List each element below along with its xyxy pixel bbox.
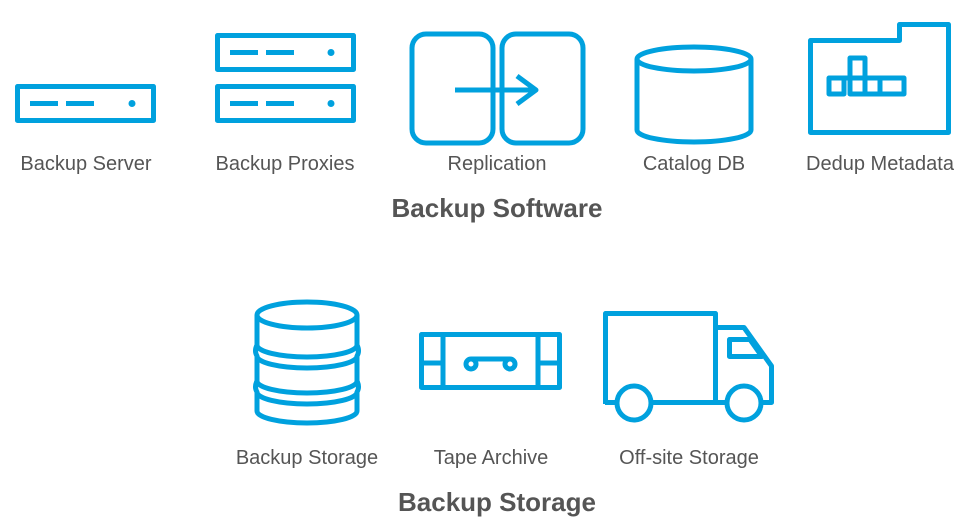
label-replication: Replication [447, 153, 547, 175]
server-stack-icon [215, 33, 356, 123]
label-catalog-db: Catalog DB [642, 153, 746, 175]
label-backup-proxies: Backup Proxies [215, 153, 355, 175]
label-backup-server: Backup Server [20, 153, 152, 175]
group-title-backup-storage: Backup Storage [398, 487, 596, 517]
folder-blocks-icon [808, 22, 951, 135]
database-stack-icon [253, 299, 361, 426]
replication-icon [409, 31, 586, 146]
label-backup-storage: Backup Storage [235, 447, 379, 469]
group-title-backup-software: Backup Software [391, 193, 603, 223]
server-icon [15, 84, 156, 123]
label-off-site-storage: Off-site Storage [619, 447, 759, 469]
label-dedup-metadata: Dedup Metadata [806, 153, 954, 175]
database-icon [634, 44, 754, 145]
tape-icon [419, 332, 562, 390]
label-tape-archive: Tape Archive [433, 447, 549, 469]
diagram-canvas [15, 22, 951, 426]
truck-icon [603, 311, 774, 423]
